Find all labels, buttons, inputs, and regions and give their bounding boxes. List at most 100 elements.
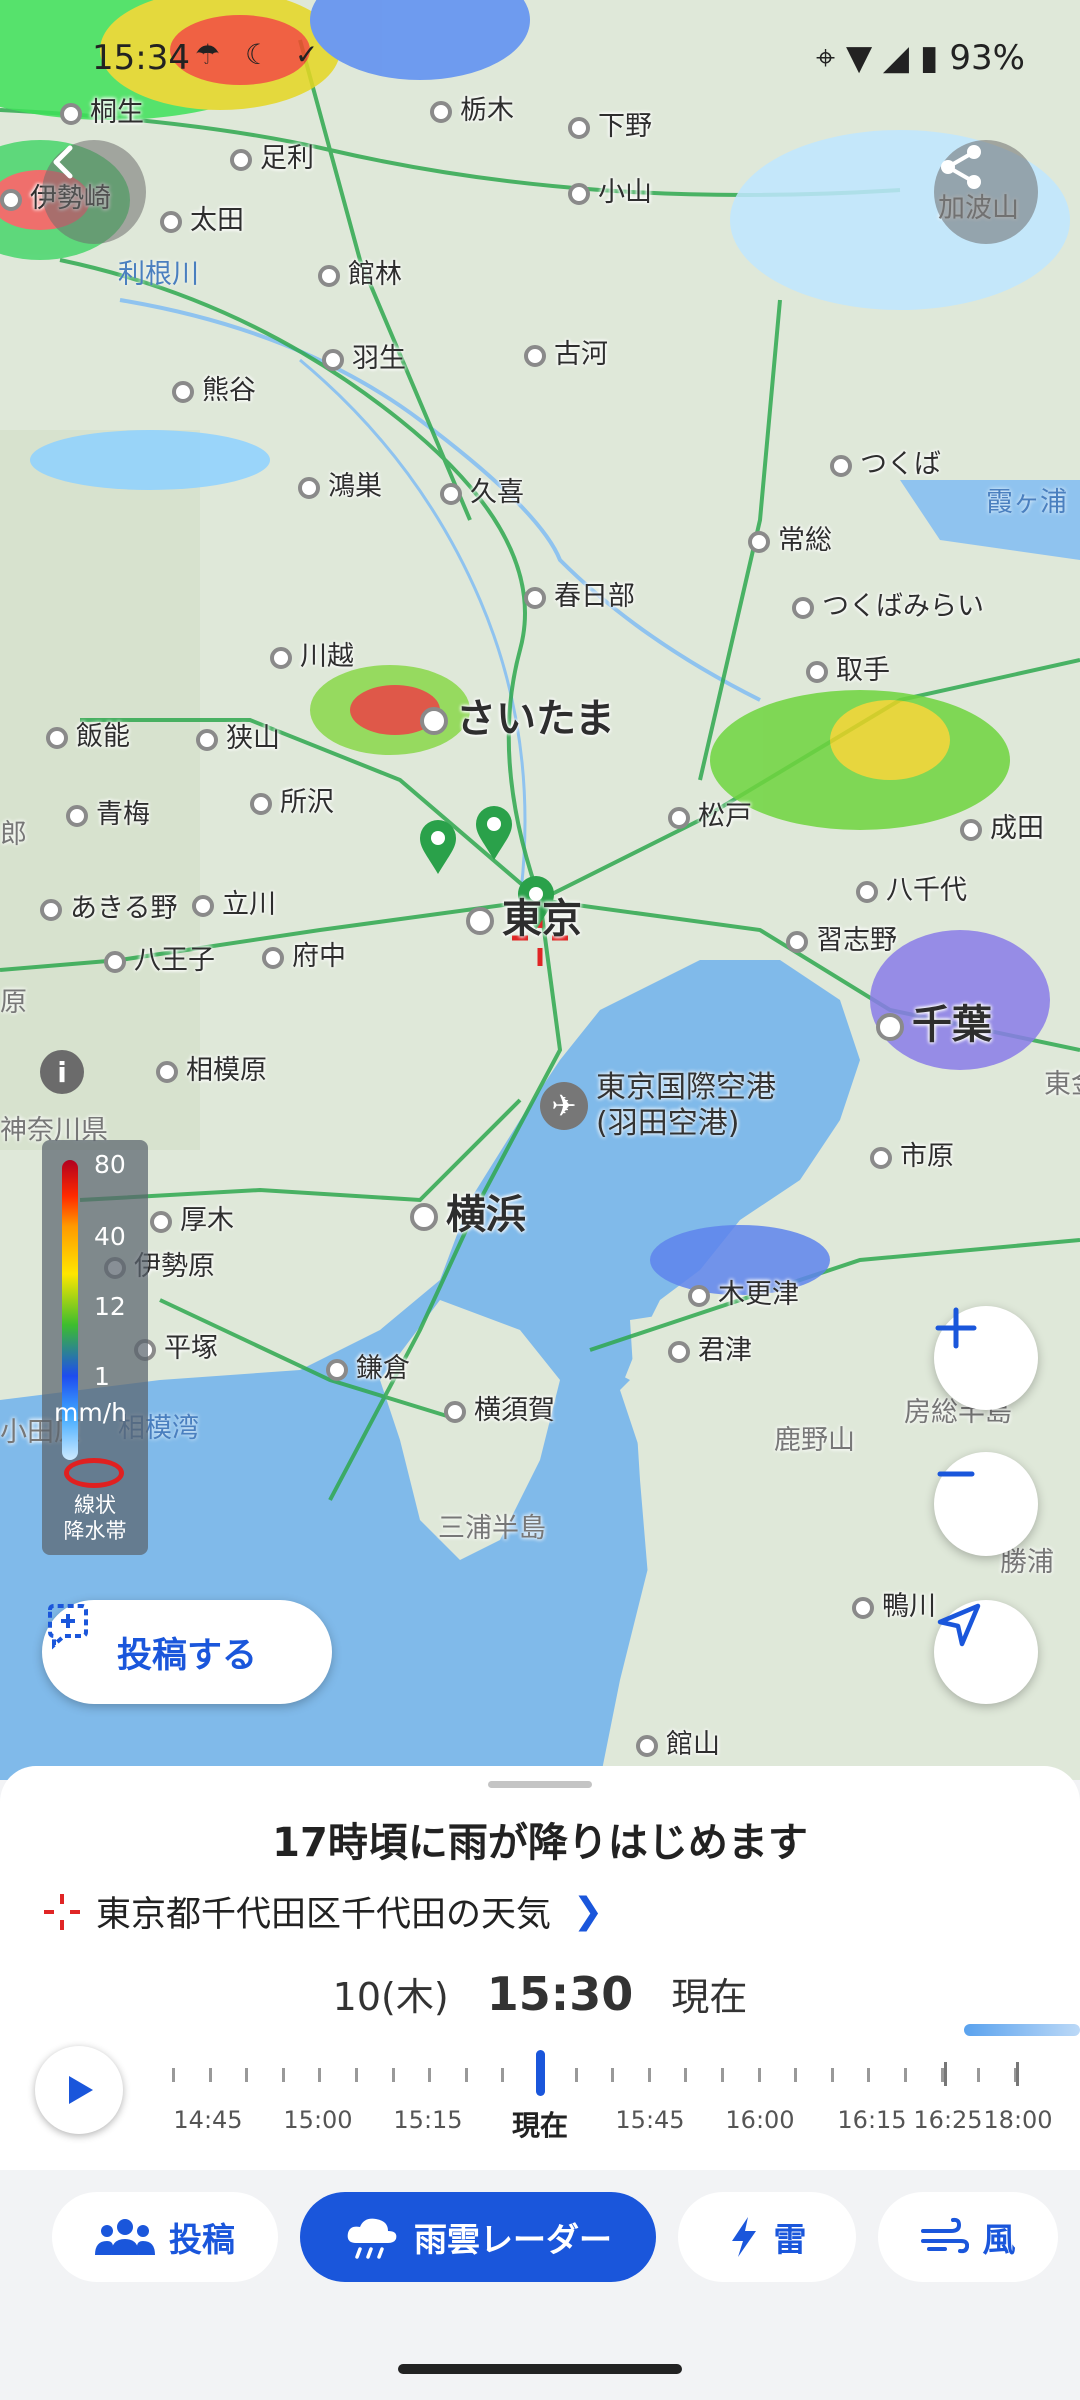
- city-marker-icon: [156, 1060, 178, 1083]
- city-label: 相模原: [156, 1048, 267, 1087]
- city-label: 千葉: [876, 992, 992, 1050]
- city-marker-icon: [748, 530, 770, 553]
- timeline-tick: [867, 2068, 871, 2082]
- timeline-tick: [611, 2068, 615, 2082]
- battery-icon: ▮: [919, 38, 939, 78]
- city-label: 太田: [160, 198, 244, 237]
- city-label: 鴻巣: [298, 464, 382, 503]
- airplane-icon: ✈: [540, 1082, 588, 1130]
- city-label: あきる野: [40, 886, 177, 925]
- play-button[interactable]: [35, 2046, 123, 2134]
- location-icon: ⌖: [815, 38, 836, 78]
- battery-level: 93%: [949, 38, 1025, 78]
- location-link[interactable]: 東京都千代田区千代田の天気 ❯: [42, 1886, 603, 1937]
- post-pin-icon[interactable]: [418, 820, 458, 876]
- minus-icon: [937, 1471, 975, 1477]
- city-marker-icon: [852, 1596, 874, 1619]
- plus-icon: [935, 1307, 977, 1349]
- precipitation-legend: 80 40 12 1 mm/h 線状 降水帯: [42, 1140, 148, 1555]
- timeline-tick: [794, 2068, 798, 2082]
- wind-icon: [920, 2217, 969, 2254]
- home-indicator[interactable]: [398, 2364, 682, 2374]
- radar-map[interactable]: 桐生栃木下野伊勢崎足利小山太田館林羽生古河熊谷鴻巣久喜つくば常総春日部つくばみら…: [0, 0, 1080, 1780]
- city-label: 所沢: [250, 780, 334, 819]
- city-marker-icon: [668, 806, 690, 829]
- timeline-tick: [355, 2068, 358, 2082]
- city-label: 取手: [806, 648, 890, 687]
- city-marker-icon: [568, 116, 590, 139]
- city-marker-icon: [856, 880, 878, 903]
- current-location-button[interactable]: [934, 1600, 1038, 1704]
- city-marker-icon: [524, 344, 546, 367]
- city-marker-icon: [322, 348, 344, 371]
- city-marker-icon: [104, 950, 126, 973]
- post-button[interactable]: 投稿する: [42, 1600, 332, 1704]
- city-marker-icon: [192, 894, 214, 917]
- city-label: 君津: [668, 1328, 752, 1367]
- nav-rain-radar[interactable]: 雨雲レーダー: [300, 2192, 656, 2282]
- city-label: 木更津: [688, 1272, 799, 1311]
- city-label: 桐生: [60, 90, 144, 129]
- city-marker-icon: [66, 804, 88, 827]
- sheet-drag-handle[interactable]: [488, 1781, 592, 1788]
- forecast-range-indicator: [964, 2024, 1080, 2036]
- back-button[interactable]: [42, 140, 146, 244]
- timeline-tick: [977, 2068, 981, 2082]
- share-button[interactable]: [934, 140, 1038, 244]
- region-label: 郎: [0, 819, 27, 850]
- zoom-in-button[interactable]: [934, 1306, 1038, 1410]
- timeline-tick: [208, 2068, 212, 2082]
- crosshair-icon: [44, 1893, 80, 1930]
- city-label: 飯能: [46, 714, 130, 753]
- region-label: 鹿野山: [774, 1425, 855, 1456]
- city-label: 立川: [192, 882, 276, 921]
- city-label: 横須賀: [444, 1388, 555, 1427]
- city-marker-icon: [568, 182, 590, 205]
- city-marker-icon: [250, 792, 272, 815]
- city-marker-icon: [786, 930, 808, 953]
- rain-forecast-headline: 17時頃に雨が降りはじめます: [272, 1820, 808, 1866]
- city-label: 市原: [870, 1134, 954, 1173]
- city-label: つくば: [830, 442, 941, 481]
- city-marker-icon: [262, 946, 284, 969]
- city-marker-icon: [60, 102, 82, 125]
- nav-wind[interactable]: 風: [878, 2192, 1058, 2282]
- share-icon: [941, 145, 981, 189]
- city-label: 羽生: [322, 336, 406, 375]
- nav-lightning[interactable]: 雷: [678, 2192, 856, 2282]
- timeline-tick: [904, 2068, 907, 2082]
- city-marker-icon: [318, 264, 340, 287]
- zoom-out-button[interactable]: [934, 1452, 1038, 1556]
- timeline-slider[interactable]: 14:45 15:00 15:15 現在 15:45 16:00 16:15 16:25 18:…: [160, 2040, 1060, 2142]
- city-marker-icon: [172, 380, 194, 403]
- timeline-tick: [428, 2068, 432, 2082]
- city-label: 館林: [318, 252, 402, 291]
- timeline-tick: [574, 2068, 578, 2082]
- arrow-left-icon: [53, 145, 73, 179]
- city-marker-icon: [40, 898, 62, 921]
- timeline-tick: [721, 2068, 724, 2082]
- city-label: 下野: [568, 104, 652, 143]
- navigation-arrow-icon: [937, 1603, 981, 1647]
- wifi-icon: ▼: [845, 38, 873, 78]
- signal-icon: ◢: [882, 38, 910, 78]
- region-label: 東金: [1044, 1069, 1080, 1100]
- city-label: 習志野: [786, 918, 897, 957]
- city-label: 青梅: [66, 792, 150, 831]
- city-marker-icon: [326, 1358, 348, 1381]
- city-label: 常総: [748, 518, 832, 557]
- city-marker-icon: [230, 148, 252, 171]
- rain-cloud-icon: [347, 2218, 397, 2259]
- info-icon[interactable]: i: [40, 1050, 84, 1094]
- city-label: 厚木: [150, 1198, 234, 1237]
- water-label: 利根川: [118, 259, 199, 290]
- city-label: 成田: [960, 806, 1044, 845]
- post-pin-icon[interactable]: [474, 806, 514, 862]
- nav-posts[interactable]: 投稿: [52, 2192, 278, 2282]
- chevron-right-icon: ❯: [573, 1891, 604, 1932]
- city-marker-icon: [160, 210, 182, 233]
- timeline-tick: [1016, 2062, 1019, 2086]
- city-marker-icon: [870, 1146, 892, 1169]
- timeline-tick: [172, 2068, 175, 2082]
- timeline-cursor[interactable]: [536, 2050, 545, 2096]
